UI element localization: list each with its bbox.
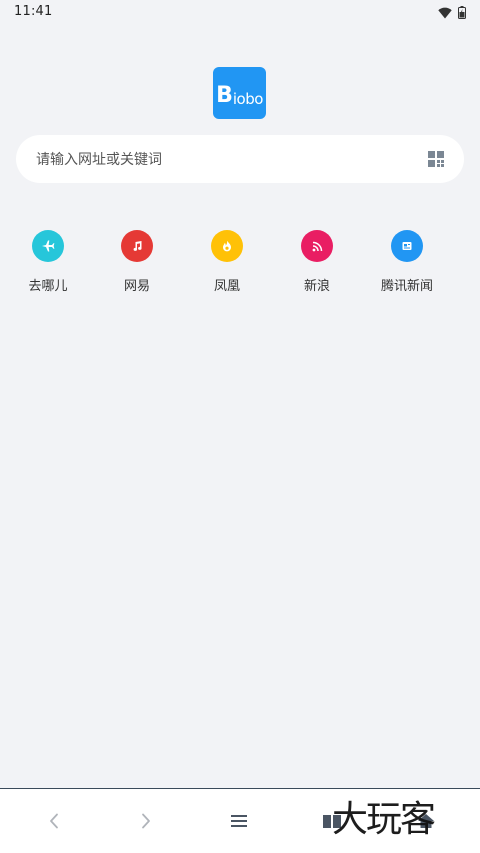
news-icon bbox=[391, 230, 423, 262]
quick-link-ifeng[interactable]: 凤凰 bbox=[187, 230, 267, 294]
quick-link-label: 去哪儿 bbox=[28, 279, 68, 294]
quick-link-netease[interactable]: 网易 bbox=[97, 230, 177, 294]
music-note-icon bbox=[121, 230, 153, 262]
menu-icon[interactable] bbox=[227, 809, 251, 833]
rss-icon bbox=[301, 230, 333, 262]
status-bar: 11:41 bbox=[0, 0, 480, 24]
wifi-icon bbox=[438, 4, 452, 23]
quick-link-qunar[interactable]: 去哪儿 bbox=[8, 230, 88, 294]
airplane-icon bbox=[32, 230, 64, 262]
quick-link-tencent-news[interactable]: 腾讯新闻 bbox=[367, 230, 447, 294]
quick-link-label: 腾讯新闻 bbox=[380, 279, 433, 294]
search-input[interactable]: 请输入网址或关键词 bbox=[36, 149, 428, 169]
status-time: 11:41 bbox=[14, 4, 53, 19]
app-logo: B iobo bbox=[213, 67, 266, 119]
battery-icon bbox=[458, 4, 466, 23]
back-icon[interactable] bbox=[42, 809, 66, 833]
quick-link-label: 凤凰 bbox=[213, 279, 240, 294]
quick-link-sina[interactable]: 新浪 bbox=[277, 230, 357, 294]
qr-grid-icon[interactable] bbox=[428, 151, 444, 167]
quick-link-label: 新浪 bbox=[303, 279, 330, 294]
forward-icon[interactable] bbox=[134, 809, 158, 833]
quick-link-label: 网易 bbox=[123, 279, 150, 294]
search-bar[interactable]: 请输入网址或关键词 bbox=[16, 135, 464, 183]
logo-text: iobo bbox=[232, 89, 264, 108]
watermark: 大玩客 bbox=[332, 799, 436, 840]
status-icons bbox=[438, 4, 466, 23]
logo-letter: B bbox=[216, 83, 233, 108]
fire-icon bbox=[211, 230, 243, 262]
